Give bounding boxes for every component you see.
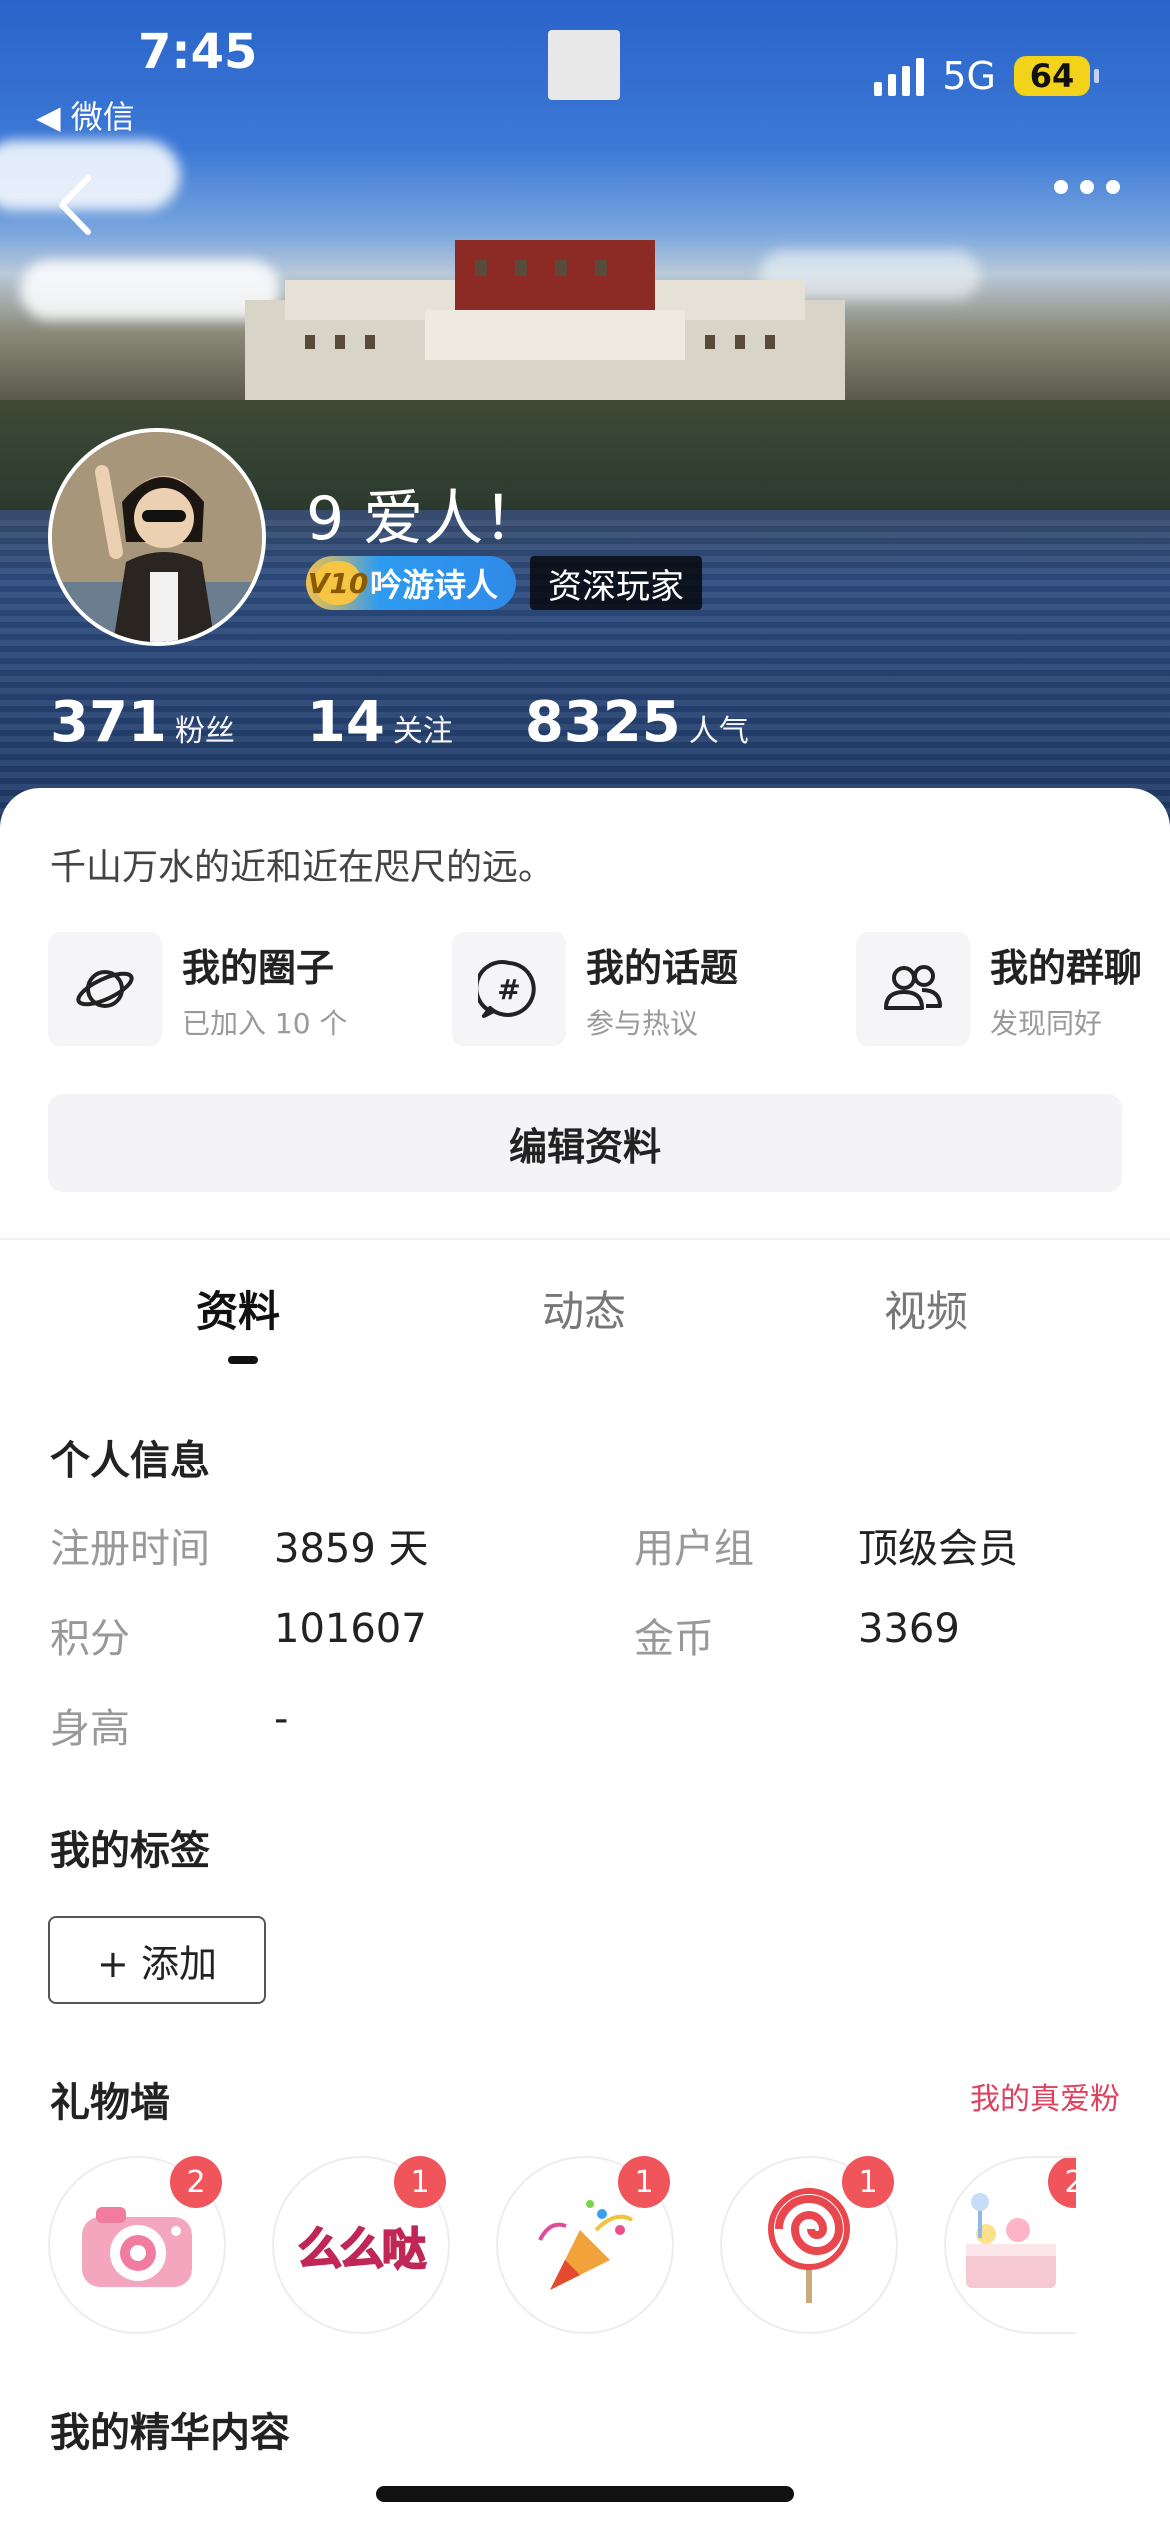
group-icon	[856, 932, 970, 1046]
username: 9 爱人！	[306, 484, 544, 554]
battery-icon: 64	[1014, 56, 1099, 96]
gift-list: 2 么么哒 1 1 1 2	[48, 2156, 1076, 2334]
info-value: 3369	[858, 1606, 960, 1652]
stat-following[interactable]: 14 关注	[307, 690, 453, 755]
feature-my-groups[interactable]: 我的群聊 发现同好	[856, 932, 1170, 1046]
tab-indicator	[228, 1356, 258, 1364]
avatar[interactable]	[48, 428, 266, 646]
lollipop-gift[interactable]: 1	[720, 2156, 898, 2334]
feature-my-topics[interactable]: # 我的话题 参与热议	[452, 932, 856, 1046]
memeda-gift[interactable]: 么么哒 1	[272, 2156, 450, 2334]
camera-notch	[548, 30, 620, 100]
planet-icon	[48, 932, 162, 1046]
tab-activity[interactable]: 动态	[542, 1278, 626, 1339]
cloud	[20, 260, 280, 320]
hashtag-icon: #	[452, 932, 566, 1046]
title-badge[interactable]: 资深玩家	[530, 556, 703, 610]
profile-tabs: 资料 动态 视频	[0, 1278, 1170, 1368]
svg-text:#: #	[497, 973, 520, 1006]
stat-value: 8325	[524, 690, 681, 755]
true-fans-link[interactable]: 我的真爱粉	[970, 2074, 1120, 2118]
personal-info-title: 个人信息	[50, 1438, 210, 1484]
camera-gift-icon	[67, 2190, 207, 2300]
feature-my-circles[interactable]: 我的圈子 已加入 10 个	[48, 932, 452, 1046]
memeda-text: 么么哒	[297, 2223, 427, 2276]
info-label: 用户组	[634, 1526, 754, 1572]
profile-stats: 371 粉丝 14 关注 8325 人气	[50, 690, 821, 755]
info-label: 金币	[634, 1616, 714, 1662]
palace-illustration	[245, 240, 845, 405]
status-indicators: 5G 64	[874, 54, 1099, 98]
party-popper-gift[interactable]: 1	[496, 2156, 674, 2334]
tags-title: 我的标签	[50, 1828, 210, 1874]
home-indicator[interactable]	[376, 2486, 794, 2502]
back-arrow-icon[interactable]	[50, 170, 110, 240]
tab-video[interactable]: 视频	[884, 1278, 968, 1339]
stat-label: 粉丝	[174, 714, 235, 749]
feature-subtitle: 已加入 10 个	[182, 1006, 348, 1040]
bio-text: 千山万水的近和近在咫尺的远。	[50, 847, 555, 888]
more-options-icon[interactable]	[1054, 180, 1120, 194]
camera-gift[interactable]: 2	[48, 2156, 226, 2334]
feature-title: 我的群聊	[990, 945, 1143, 990]
info-value: 101607	[274, 1606, 427, 1652]
stat-value: 14	[306, 690, 385, 755]
edit-profile-button[interactable]: 编辑资料	[48, 1094, 1122, 1192]
info-label: 身高	[50, 1706, 130, 1752]
cake-gift[interactable]: 2	[944, 2156, 1076, 2334]
profile-cover: 7:45 ◀ 微信 5G 64 9 爱人！ V10 吟游诗人 资深玩家 371 …	[0, 0, 1170, 830]
stat-label: 人气	[688, 714, 749, 749]
feature-title: 我的话题	[586, 945, 739, 990]
signal-icon	[874, 56, 925, 96]
level-badge[interactable]: V10 吟游诗人	[306, 556, 517, 610]
tab-profile[interactable]: 资料	[196, 1278, 280, 1339]
info-value: 3859 天	[274, 1526, 429, 1572]
network-type: 5G	[942, 54, 996, 98]
stat-value: 371	[50, 690, 167, 755]
party-popper-icon	[515, 2190, 655, 2300]
info-label: 积分	[50, 1616, 130, 1662]
level-badge-label: 吟游诗人	[370, 566, 499, 604]
profile-card: 千山万水的近和近在咫尺的远。 我的圈子 已加入 10 个 # 我的话题 参与热议	[0, 788, 1170, 2532]
stat-popularity[interactable]: 8325 人气	[525, 690, 749, 755]
featured-content-title: 我的精华内容	[50, 2410, 290, 2456]
feature-subtitle: 参与热议	[586, 1006, 699, 1040]
section-divider	[0, 1238, 1170, 1240]
status-time: 7:45	[138, 24, 258, 80]
feature-subtitle: 发现同好	[990, 1006, 1103, 1040]
memeda-gift-icon: 么么哒	[291, 2190, 431, 2300]
gift-count-badge: 1	[394, 2156, 446, 2208]
back-to-wechat[interactable]: ◀ 微信	[36, 92, 135, 138]
add-tag-button[interactable]: + 添加	[48, 1916, 266, 2004]
gift-count-badge: 2	[170, 2156, 222, 2208]
stat-followers[interactable]: 371 粉丝	[50, 690, 235, 755]
feature-shortcuts: 我的圈子 已加入 10 个 # 我的话题 参与热议 我的群聊 发现同好	[48, 932, 1170, 1046]
info-label: 注册时间	[50, 1526, 210, 1572]
info-value: 顶级会员	[858, 1526, 1018, 1572]
gift-count-badge: 1	[842, 2156, 894, 2208]
user-badges: V10 吟游诗人 资深玩家	[306, 556, 703, 610]
feature-title: 我的圈子	[182, 945, 335, 990]
lollipop-icon	[739, 2188, 879, 2303]
cake-icon	[946, 2190, 1076, 2300]
level-icon: V10	[308, 561, 368, 605]
gift-wall-title: 礼物墙	[50, 2080, 170, 2126]
gift-count-badge: 1	[618, 2156, 670, 2208]
info-value: -	[274, 1696, 289, 1742]
stat-label: 关注	[392, 714, 453, 749]
